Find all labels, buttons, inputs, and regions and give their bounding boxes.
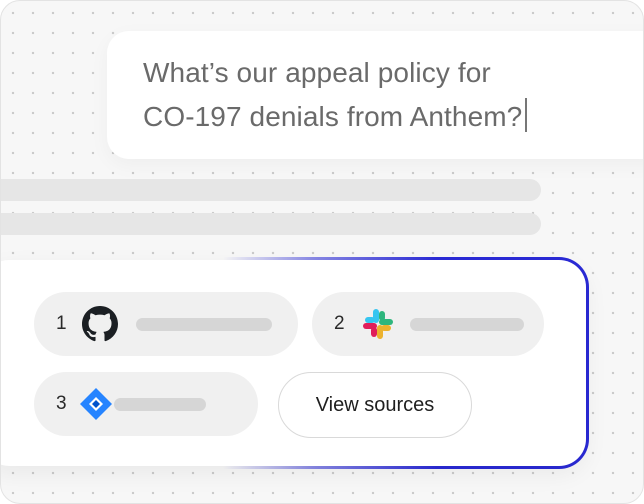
source-number: 3 — [56, 393, 67, 414]
source-title-placeholder — [114, 398, 206, 411]
sources-card: 1 2 3 View sources — [1, 260, 586, 466]
source-number: 2 — [334, 313, 345, 334]
jira-icon — [80, 388, 112, 420]
source-number: 1 — [56, 313, 67, 334]
query-line-2-text: CO-197 denials from Anthem? — [143, 101, 523, 132]
slack-icon — [363, 309, 393, 339]
query-text[interactable]: What’s our appeal policy for CO-197 deni… — [143, 51, 623, 139]
sources-card-border: 1 2 3 View sources — [1, 257, 589, 469]
source-title-placeholder — [136, 318, 272, 331]
text-caret — [525, 98, 528, 132]
source-item-1[interactable]: 1 — [34, 292, 298, 356]
response-placeholder-line — [1, 179, 541, 201]
source-item-3[interactable]: 3 — [34, 372, 258, 436]
query-line-2: CO-197 denials from Anthem? — [143, 95, 623, 139]
source-title-placeholder — [410, 318, 524, 331]
chat-canvas: What’s our appeal policy for CO-197 deni… — [0, 0, 644, 504]
github-icon — [82, 306, 118, 342]
response-placeholder-line — [1, 213, 541, 235]
view-sources-button[interactable]: View sources — [278, 372, 472, 438]
query-line-1: What’s our appeal policy for — [143, 57, 491, 88]
user-query-bubble: What’s our appeal policy for CO-197 deni… — [107, 31, 643, 159]
source-item-2[interactable]: 2 — [312, 292, 544, 356]
